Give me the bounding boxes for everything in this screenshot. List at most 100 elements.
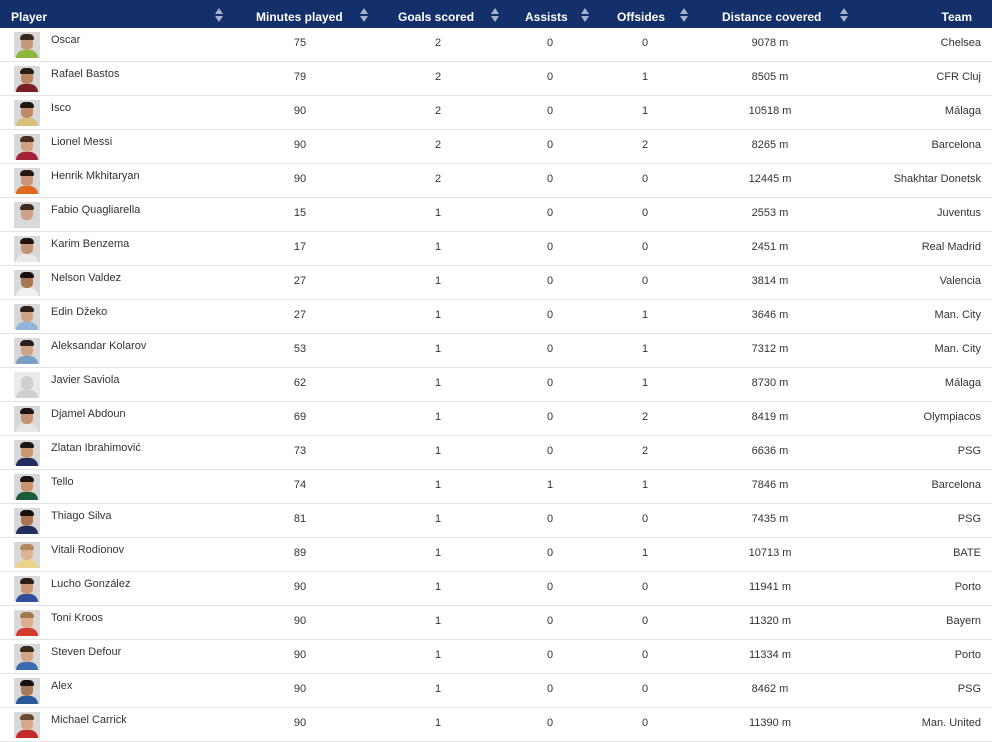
player-photo-icon bbox=[14, 100, 40, 126]
minutes-played: 90 bbox=[293, 717, 307, 729]
table-row[interactable]: Henrik Mkhitaryan 90 2 0 0 12445 m Shakhtar Do… bbox=[0, 164, 992, 198]
table-row[interactable]: Aleksandar Kolarov 53 1 0 1 7312 m Man. City bbox=[0, 334, 992, 368]
player-name[interactable]: Steven Defour bbox=[51, 636, 121, 669]
minutes-played: 74 bbox=[293, 479, 307, 491]
player-name[interactable]: Rafael Bastos bbox=[51, 58, 119, 91]
sort-assists-icon[interactable] bbox=[581, 8, 589, 24]
assists: 1 bbox=[546, 479, 554, 491]
team-name[interactable]: Juventus bbox=[937, 197, 981, 230]
team-name[interactable]: Barcelona bbox=[931, 129, 981, 162]
table-row[interactable]: Karim Benzema 17 1 0 0 2451 m Real Madrid bbox=[0, 232, 992, 266]
assists: 0 bbox=[546, 309, 554, 321]
sort-distance-icon[interactable] bbox=[840, 8, 848, 24]
distance-covered: 3814 m bbox=[751, 275, 789, 287]
player-name[interactable]: Michael Carrick bbox=[51, 704, 127, 737]
player-name[interactable]: Vitali Rodionov bbox=[51, 534, 124, 567]
table-row[interactable]: Javier Saviola 62 1 0 1 8730 m Málaga bbox=[0, 368, 992, 402]
minutes-played: 90 bbox=[293, 615, 307, 627]
player-name[interactable]: Isco bbox=[51, 92, 71, 125]
team-name[interactable]: Olympiacos bbox=[924, 401, 981, 434]
team-name[interactable]: Shakhtar Donetsk bbox=[894, 163, 981, 196]
minutes-played: 75 bbox=[293, 37, 307, 49]
table-row[interactable]: Michael Carrick 90 1 0 0 11390 m Man. United bbox=[0, 708, 992, 742]
player-name[interactable]: Javier Saviola bbox=[51, 364, 119, 397]
team-name[interactable]: Barcelona bbox=[931, 469, 981, 502]
team-name[interactable]: Man. City bbox=[935, 333, 981, 366]
player-name[interactable]: Lucho González bbox=[51, 568, 131, 601]
table-row[interactable]: Steven Defour 90 1 0 0 11334 m Porto bbox=[0, 640, 992, 674]
sort-goals-icon[interactable] bbox=[491, 8, 499, 24]
team-name[interactable]: CFR Cluj bbox=[936, 61, 981, 94]
sort-minutes-icon[interactable] bbox=[360, 8, 368, 24]
header-team: Team bbox=[941, 10, 972, 24]
table-row[interactable]: Toni Kroos 90 1 0 0 11320 m Bayern bbox=[0, 606, 992, 640]
offsides: 0 bbox=[641, 173, 649, 185]
table-row[interactable]: Vitali Rodionov 89 1 0 1 10713 m BATE bbox=[0, 538, 992, 572]
team-name[interactable]: PSG bbox=[958, 435, 981, 468]
table-row[interactable]: Rafael Bastos 79 2 0 1 8505 m CFR Cluj bbox=[0, 62, 992, 96]
player-name[interactable]: Aleksandar Kolarov bbox=[51, 330, 146, 363]
team-name[interactable]: Real Madrid bbox=[922, 231, 981, 264]
table-row[interactable]: Thiago Silva 81 1 0 0 7435 m PSG bbox=[0, 504, 992, 538]
team-name[interactable]: Man. City bbox=[935, 299, 981, 332]
player-name[interactable]: Karim Benzema bbox=[51, 228, 129, 261]
assists: 0 bbox=[546, 139, 554, 151]
player-name[interactable]: Henrik Mkhitaryan bbox=[51, 160, 140, 193]
player-name[interactable]: Toni Kroos bbox=[51, 602, 103, 635]
table-row[interactable]: Tello 74 1 1 1 7846 m Barcelona bbox=[0, 470, 992, 504]
table-row[interactable]: Lucho González 90 1 0 0 11941 m Porto bbox=[0, 572, 992, 606]
goals-scored: 1 bbox=[434, 207, 442, 219]
player-name[interactable]: Djamel Abdoun bbox=[51, 398, 126, 431]
player-name[interactable]: Edin Džeko bbox=[51, 296, 107, 329]
player-name[interactable]: Thiago Silva bbox=[51, 500, 112, 533]
table-row[interactable]: Djamel Abdoun 69 1 0 2 8419 m Olympiacos bbox=[0, 402, 992, 436]
player-photo-icon bbox=[14, 134, 40, 160]
minutes-played: 81 bbox=[293, 513, 307, 525]
player-name[interactable]: Nelson Valdez bbox=[51, 262, 121, 295]
player-name[interactable]: Fabio Quagliarella bbox=[51, 194, 140, 227]
team-name[interactable]: PSG bbox=[958, 673, 981, 706]
table-row[interactable]: Zlatan Ibrahimović 73 1 0 2 6636 m PSG bbox=[0, 436, 992, 470]
table-row[interactable]: Oscar 75 2 0 0 9078 m Chelsea bbox=[0, 28, 992, 62]
distance-covered: 12445 m bbox=[748, 173, 792, 185]
player-photo-icon bbox=[14, 474, 40, 500]
player-name[interactable]: Lionel Messi bbox=[51, 126, 112, 159]
team-name[interactable]: Málaga bbox=[945, 367, 981, 400]
team-name[interactable]: Man. United bbox=[922, 707, 981, 740]
assists: 0 bbox=[546, 37, 554, 49]
player-name[interactable]: Zlatan Ibrahimović bbox=[51, 432, 141, 465]
player-photo-icon bbox=[14, 202, 40, 228]
goals-scored: 2 bbox=[434, 105, 442, 117]
player-name[interactable]: Tello bbox=[51, 466, 74, 499]
player-name[interactable]: Alex bbox=[51, 670, 72, 703]
distance-covered: 8730 m bbox=[751, 377, 789, 389]
offsides: 1 bbox=[641, 377, 649, 389]
assists: 0 bbox=[546, 71, 554, 83]
goals-scored: 1 bbox=[434, 411, 442, 423]
player-name[interactable]: Oscar bbox=[51, 24, 80, 57]
goals-scored: 1 bbox=[434, 547, 442, 559]
team-name[interactable]: BATE bbox=[953, 537, 981, 570]
team-name[interactable]: Porto bbox=[955, 571, 981, 604]
minutes-played: 90 bbox=[293, 683, 307, 695]
goals-scored: 1 bbox=[434, 683, 442, 695]
player-photo-icon bbox=[14, 304, 40, 330]
table-row[interactable]: Isco 90 2 0 1 10518 m Málaga bbox=[0, 96, 992, 130]
team-name[interactable]: Málaga bbox=[945, 95, 981, 128]
distance-covered: 8419 m bbox=[751, 411, 789, 423]
distance-covered: 11334 m bbox=[749, 649, 791, 661]
sort-offsides-icon[interactable] bbox=[680, 8, 688, 24]
team-name[interactable]: Porto bbox=[955, 639, 981, 672]
team-name[interactable]: Chelsea bbox=[941, 27, 981, 60]
table-row[interactable]: Edin Džeko 27 1 0 1 3646 m Man. City bbox=[0, 300, 992, 334]
team-name[interactable]: Bayern bbox=[946, 605, 981, 638]
goals-scored: 1 bbox=[434, 717, 442, 729]
table-row[interactable]: Alex 90 1 0 0 8462 m PSG bbox=[0, 674, 992, 708]
header-assists: Assists bbox=[525, 10, 568, 24]
team-name[interactable]: Valencia bbox=[940, 265, 981, 298]
team-name[interactable]: PSG bbox=[958, 503, 981, 536]
sort-player-icon[interactable] bbox=[215, 8, 223, 24]
table-row[interactable]: Nelson Valdez 27 1 0 0 3814 m Valencia bbox=[0, 266, 992, 300]
table-row[interactable]: Fabio Quagliarella 15 1 0 0 2553 m Juventus bbox=[0, 198, 992, 232]
table-row[interactable]: Lionel Messi 90 2 0 2 8265 m Barcelona bbox=[0, 130, 992, 164]
